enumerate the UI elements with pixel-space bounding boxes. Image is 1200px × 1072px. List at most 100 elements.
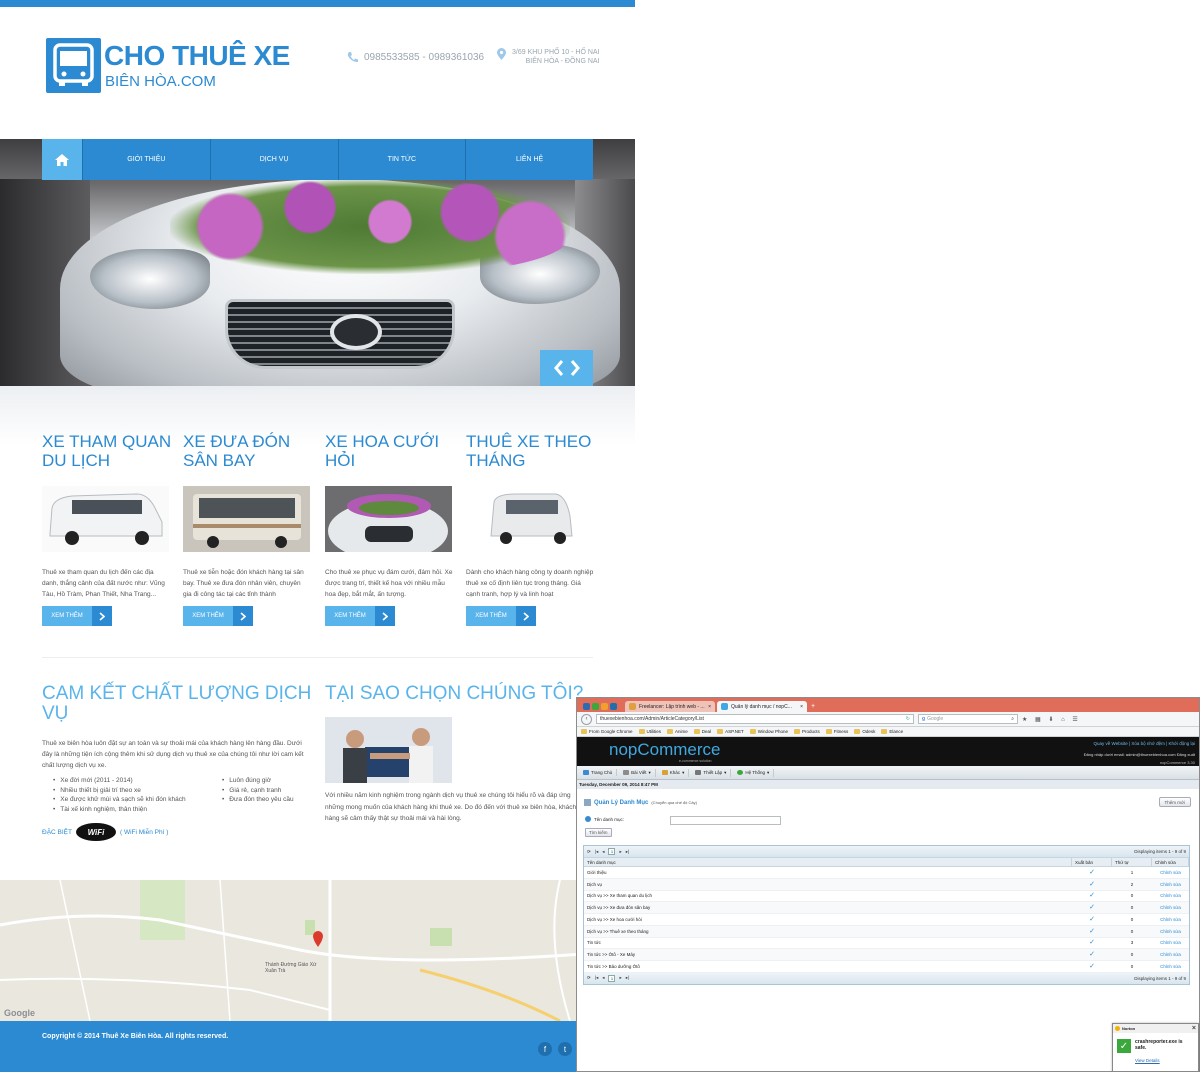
- add-new-button[interactable]: Thêm mới: [1158, 797, 1191, 807]
- edit-link[interactable]: Chỉnh sửa: [1152, 926, 1189, 937]
- nav-item-gioi-thieu[interactable]: GIỚI THIỆU: [82, 139, 210, 180]
- toolbar-icons[interactable]: ★ ▦ ⬇ ⌂ ☰: [1022, 716, 1081, 723]
- nav-item-tin-tuc[interactable]: TIN TỨC: [337, 139, 466, 180]
- read-more-button[interactable]: XEM THÊM: [466, 606, 536, 626]
- menu-item-system[interactable]: Hệ Thống ▾: [733, 768, 775, 777]
- app-icon[interactable]: [610, 703, 617, 710]
- menu-item-home[interactable]: Trang Chủ: [579, 769, 618, 776]
- menu-item-settings[interactable]: Thiết Lập ▾: [691, 768, 732, 777]
- list-item: Xe đời mới (2011 - 2014): [53, 776, 186, 786]
- bookmark-item[interactable]: Anime: [667, 729, 688, 734]
- service-title[interactable]: XE ĐƯA ĐÓN SÂN BAY: [183, 432, 313, 472]
- bookmark-item[interactable]: Odesk: [854, 729, 875, 734]
- edit-link[interactable]: Chỉnh sửa: [1152, 902, 1189, 913]
- table-row[interactable]: Tin tức >> Bảo dưỡng Ôtô ✓ 0 Chỉnh sửa: [584, 961, 1189, 973]
- edit-link[interactable]: Chỉnh sửa: [1152, 867, 1189, 878]
- search-icon[interactable]: ⌕: [1011, 716, 1014, 722]
- category-name-input[interactable]: [670, 816, 781, 825]
- bookmark-item[interactable]: Products: [794, 729, 820, 734]
- column-header-name[interactable]: Tên danh mục: [584, 858, 1072, 866]
- bookmark-item[interactable]: Utilities: [638, 729, 661, 734]
- edit-link[interactable]: Chỉnh sửa: [1152, 914, 1189, 925]
- last-page-icon[interactable]: ▸|: [626, 975, 629, 981]
- view-details-link[interactable]: View Details: [1135, 1058, 1160, 1063]
- chevron-left-icon[interactable]: [553, 360, 564, 376]
- prev-page-icon[interactable]: ◂: [602, 975, 604, 981]
- location-map[interactable]: Thánh Đường Giáo Xứ Xuân Trà Google: [0, 880, 635, 1021]
- wedding-car-photo[interactable]: [325, 486, 452, 552]
- twitter-icon[interactable]: t: [558, 1042, 572, 1056]
- nav-home[interactable]: [42, 139, 82, 180]
- new-tab-icon[interactable]: +: [811, 703, 815, 710]
- edit-link[interactable]: Chỉnh sửa: [1152, 879, 1189, 890]
- current-page[interactable]: 1: [608, 974, 616, 982]
- table-row[interactable]: Dịch vụ >> Xe tham quan du lịch ✓ 0 Chỉnh s…: [584, 891, 1189, 903]
- close-icon[interactable]: ×: [708, 704, 711, 710]
- table-row[interactable]: Dịch vụ >> Xe đưa đón sân bay ✓ 0 Chỉnh sửa: [584, 902, 1189, 914]
- read-more-button[interactable]: XEM THÊM: [325, 606, 395, 626]
- reload-icon[interactable]: ↻: [906, 716, 910, 722]
- read-more-button[interactable]: XEM THÊM: [42, 606, 112, 626]
- close-icon[interactable]: ×: [800, 704, 803, 710]
- nav-item-dich-vu[interactable]: DỊCH VỤ: [209, 139, 338, 180]
- admin-header-links[interactable]: Quay về Website | Xóa bộ nhớ đệm | Khởi …: [1094, 741, 1195, 746]
- tab-freelancer[interactable]: Freelancer: Lập trình web - ... ×: [625, 701, 715, 712]
- first-page-icon[interactable]: |◂: [595, 849, 598, 855]
- close-icon[interactable]: ×: [1192, 1025, 1196, 1032]
- tree-mode-link[interactable]: (Chuyển qua chế độ Cây): [651, 800, 697, 805]
- table-row[interactable]: Tin tức ✓ 3 Chỉnh sửa: [584, 938, 1189, 950]
- bookmark-item[interactable]: Deal: [693, 729, 711, 734]
- column-header-order[interactable]: Thứ tự: [1112, 858, 1152, 866]
- table-row[interactable]: Tin tức >> Ôtô - Xe Máy ✓ 0 Chỉnh sửa: [584, 949, 1189, 961]
- minivan-photo[interactable]: [466, 486, 593, 552]
- van-photo[interactable]: [42, 486, 169, 552]
- menu-item-articles[interactable]: Bài Viết ▾: [619, 768, 656, 777]
- app-icon[interactable]: [583, 703, 590, 710]
- bookmark-item[interactable]: Elance: [881, 729, 903, 734]
- service-title[interactable]: THUÊ XE THEO THÁNG: [466, 432, 596, 472]
- bookmark-item[interactable]: Fitness: [825, 729, 848, 734]
- current-page[interactable]: 1: [608, 848, 616, 855]
- prev-page-icon[interactable]: ◂: [602, 849, 604, 855]
- facebook-icon[interactable]: f: [538, 1042, 552, 1056]
- table-row[interactable]: Dịch vụ ✓ 2 Chỉnh sửa: [584, 878, 1189, 891]
- bookmark-item[interactable]: ASP.NET: [717, 729, 744, 734]
- tab-category-management[interactable]: Quản lý danh mục / nopC... ×: [717, 701, 807, 712]
- nopcommerce-logo[interactable]: nopCommerce: [609, 740, 721, 760]
- table-row[interactable]: Dịch vụ >> Xe hoa cưới hỏi ✓ 0 Chỉnh sửa: [584, 914, 1189, 926]
- column-header-published[interactable]: Xuất bản: [1072, 858, 1112, 866]
- table-row[interactable]: Dịch vụ >> Thuê xe theo tháng ✓ 0 Chỉnh sửa: [584, 925, 1189, 938]
- next-page-icon[interactable]: ▸: [619, 975, 621, 981]
- edit-link[interactable]: Chỉnh sửa: [1152, 938, 1189, 949]
- edit-link[interactable]: Chỉnh sửa: [1152, 891, 1189, 902]
- search-button[interactable]: Tìm kiếm: [585, 828, 612, 837]
- next-page-icon[interactable]: ▸: [619, 849, 621, 855]
- table-row[interactable]: Giới thiệu ✓ 1 Chỉnh sửa: [584, 867, 1189, 879]
- address-contact: 3/69 KHU PHỐ 10 - HỐ NAI BIÊN HÒA - ĐỒNG…: [497, 48, 600, 66]
- back-icon[interactable]: ‹: [581, 713, 592, 725]
- service-title[interactable]: XE THAM QUAN DU LỊCH: [42, 432, 172, 472]
- nav-item-lien-he[interactable]: LIÊN HỆ: [465, 139, 593, 180]
- logo-title[interactable]: CHO THUÊ XE: [104, 40, 290, 72]
- menu-item-other[interactable]: Khác ▾: [658, 768, 690, 777]
- edit-link[interactable]: Chỉnh sửa: [1152, 961, 1189, 972]
- read-more-button[interactable]: XEM THÊM: [183, 606, 253, 626]
- edit-link[interactable]: Chỉnh sửa: [1152, 949, 1189, 960]
- url-bar[interactable]: thuexebienhoa.com/Admin/ArticleCategory/…: [596, 714, 914, 724]
- last-page-icon[interactable]: ▸|: [626, 849, 629, 855]
- logo-subtitle[interactable]: BIÊN HÒA.COM: [105, 73, 216, 90]
- column-header-edit[interactable]: Chỉnh sửa: [1152, 858, 1189, 866]
- refresh-icon[interactable]: ⟳: [587, 975, 591, 981]
- bookmark-item[interactable]: From Google Chrome: [581, 729, 633, 734]
- app-icon[interactable]: [601, 703, 608, 710]
- search-box[interactable]: g Google ⌕: [918, 714, 1018, 724]
- bookmark-item[interactable]: Window Phone: [749, 729, 788, 734]
- app-icon[interactable]: [592, 703, 599, 710]
- bus-photo[interactable]: [183, 486, 310, 552]
- browser-tab-bar: Freelancer: Lập trình web - ... × Quản l…: [577, 698, 1199, 712]
- service-title[interactable]: XE HOA CƯỚI HỎI: [325, 432, 455, 472]
- first-page-icon[interactable]: |◂: [595, 975, 598, 981]
- refresh-icon[interactable]: ⟳: [587, 849, 591, 855]
- bus-logo-icon[interactable]: [46, 38, 101, 93]
- chevron-right-icon[interactable]: [570, 360, 580, 376]
